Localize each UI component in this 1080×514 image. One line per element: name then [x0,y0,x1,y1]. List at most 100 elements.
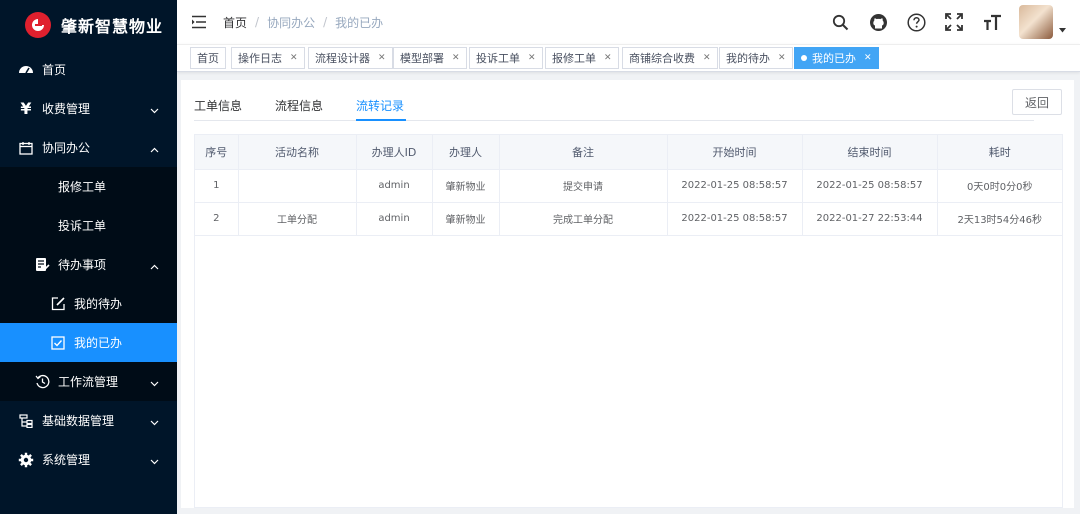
tab-divider [194,120,1034,121]
tab-active-indicator [356,119,406,121]
gear-icon [18,452,34,468]
cell-duration: 2天13时54分46秒 [937,202,1062,236]
caret-down-icon[interactable] [1059,22,1066,36]
cell-index: 1 [195,169,239,203]
sidebar-item-label: 我的已办 [74,336,123,350]
tag-complaint[interactable]: 投诉工单 ✕ [469,47,543,69]
close-icon[interactable]: ✕ [452,53,460,63]
tag-label: 流程设计器 [315,52,370,65]
hamburger-icon[interactable] [191,15,207,29]
workflow-history-icon [34,374,50,390]
sidebar-item-todo-group[interactable]: 待办事项 [0,245,177,284]
column-header-handler-id: 办理人ID [356,135,433,170]
edit-list-icon [34,257,50,273]
dashboard-icon [18,62,34,78]
sidebar-item-label: 基础数据管理 [42,414,115,428]
breadcrumb-separator: / [255,15,260,29]
tab-order-info[interactable]: 工单信息 [194,97,242,114]
cell-activity [238,169,357,203]
sidebar-item-label: 工作流管理 [58,375,119,389]
sidebar-item-label: 系统管理 [42,453,91,467]
tag-label: 首页 [197,52,219,65]
sidebar-item-complaint[interactable]: 投诉工单 [0,206,177,245]
sidebar-item-repair[interactable]: 报修工单 [0,167,177,206]
back-button[interactable]: 返回 [1012,89,1062,115]
sidebar-item-label: 报修工单 [58,180,107,194]
checkbox-icon [50,335,66,351]
sidebar-item-office[interactable]: 协同办公 [0,128,177,167]
sidebar-item-label: 待办事项 [58,258,107,272]
tag-label: 商铺综合收费 [629,52,695,65]
cell-handler-id: admin [356,169,433,203]
github-icon[interactable] [867,11,889,33]
sidebar-item-label: 收费管理 [42,102,91,116]
close-icon[interactable]: ✕ [528,53,536,63]
top-navbar: 首页 / 协同办公 / 我的已办 [177,0,1080,44]
sidebar-item-label: 协同办公 [42,141,91,155]
column-header-handler: 办理人 [432,135,500,170]
transfer-table: 序号 活动名称 办理人ID 办理人 备注 开始时间 结束时间 耗时 1 admi… [194,134,1063,508]
sidebar-item-basic-data[interactable]: 基础数据管理 [0,401,177,440]
logo[interactable]: 肇新智慧物业 [0,0,177,50]
table-row: 2 工单分配 admin 肇新物业 完成工单分配 2022-01-25 08:5… [195,202,1062,236]
brand-logo-icon [25,12,51,38]
main-card: 工单信息 流程信息 流转记录 返回 序号 活动名称 办理人ID 办理人 备注 开… [181,80,1074,508]
sidebar-item-my-done[interactable]: 我的已办 [0,323,177,362]
close-icon[interactable]: ✕ [290,53,298,63]
close-icon[interactable]: ✕ [778,53,786,63]
sidebar-item-my-todo[interactable]: 我的待办 [0,284,177,323]
sidebar-item-label: 首页 [42,63,67,77]
close-icon[interactable]: ✕ [864,53,872,63]
active-dot-icon [801,55,807,61]
sidebar-item-fee[interactable]: ¥ 收费管理 [0,89,177,128]
font-size-icon[interactable] [981,11,1003,33]
breadcrumb-home[interactable]: 首页 [223,14,247,31]
column-header-activity: 活动名称 [238,135,357,170]
tag-repair[interactable]: 报修工单 ✕ [545,47,619,69]
navbar-tools [829,0,1080,44]
sidebar: 肇新智慧物业 首页 ¥ 收费管理 协同办公 报修工单 投诉工单 待办事项 我的待… [0,0,177,514]
search-icon[interactable] [829,11,851,33]
tab-flow-info[interactable]: 流程信息 [275,97,323,114]
cell-end-time: 2022-01-27 22:53:44 [802,202,938,236]
tag-my-done[interactable]: 我的已办 ✕ [794,47,879,69]
chevron-down-icon [150,454,159,468]
chevron-down-icon [150,103,159,117]
cell-handler-id: admin [356,202,433,236]
cell-activity: 工单分配 [238,202,357,236]
sidebar-item-home[interactable]: 首页 [0,50,177,89]
chevron-down-icon [150,415,159,429]
tag-shop-fee[interactable]: 商铺综合收费 ✕ [622,47,718,69]
sidebar-item-label: 我的待办 [74,297,123,311]
close-icon[interactable]: ✕ [378,53,386,63]
cell-start-time: 2022-01-25 08:58:57 [667,169,803,203]
tag-label: 报修工单 [552,52,596,65]
app-title: 肇新智慧物业 [61,17,164,36]
tag-model-deploy[interactable]: 模型部署 ✕ [393,47,467,69]
cell-start-time: 2022-01-25 08:58:57 [667,202,803,236]
tab-transfer-record[interactable]: 流转记录 [356,97,404,114]
edit-icon [50,296,66,312]
close-icon[interactable]: ✕ [604,53,612,63]
avatar[interactable] [1019,5,1053,39]
tag-home[interactable]: 首页 [190,47,226,69]
column-header-remark: 备注 [499,135,668,170]
tag-flow-designer[interactable]: 流程设计器 ✕ [308,47,393,69]
tag-label: 投诉工单 [476,52,520,65]
tag-my-todo[interactable]: 我的待办 ✕ [719,47,793,69]
cell-handler: 肇新物业 [432,169,500,203]
yen-icon: ¥ [20,99,32,118]
cell-end-time: 2022-01-25 08:58:57 [802,169,938,203]
tags-view: 首页 操作日志 ✕ 流程设计器 ✕ 模型部署 ✕ 投诉工单 ✕ 报修工单 ✕ 商铺综合收费… [177,44,1080,72]
breadcrumb-current: 我的已办 [335,15,384,30]
help-icon[interactable] [905,11,927,33]
close-icon[interactable]: ✕ [703,53,711,63]
fullscreen-icon[interactable] [943,11,965,33]
tag-label: 我的已办 [812,52,856,65]
cell-remark: 提交申请 [499,169,668,203]
tag-operation-log[interactable]: 操作日志 ✕ [231,47,305,69]
cell-handler: 肇新物业 [432,202,500,236]
sidebar-item-system[interactable]: 系统管理 [0,440,177,479]
cell-remark: 完成工单分配 [499,202,668,236]
sidebar-item-workflow[interactable]: 工作流管理 [0,362,177,401]
